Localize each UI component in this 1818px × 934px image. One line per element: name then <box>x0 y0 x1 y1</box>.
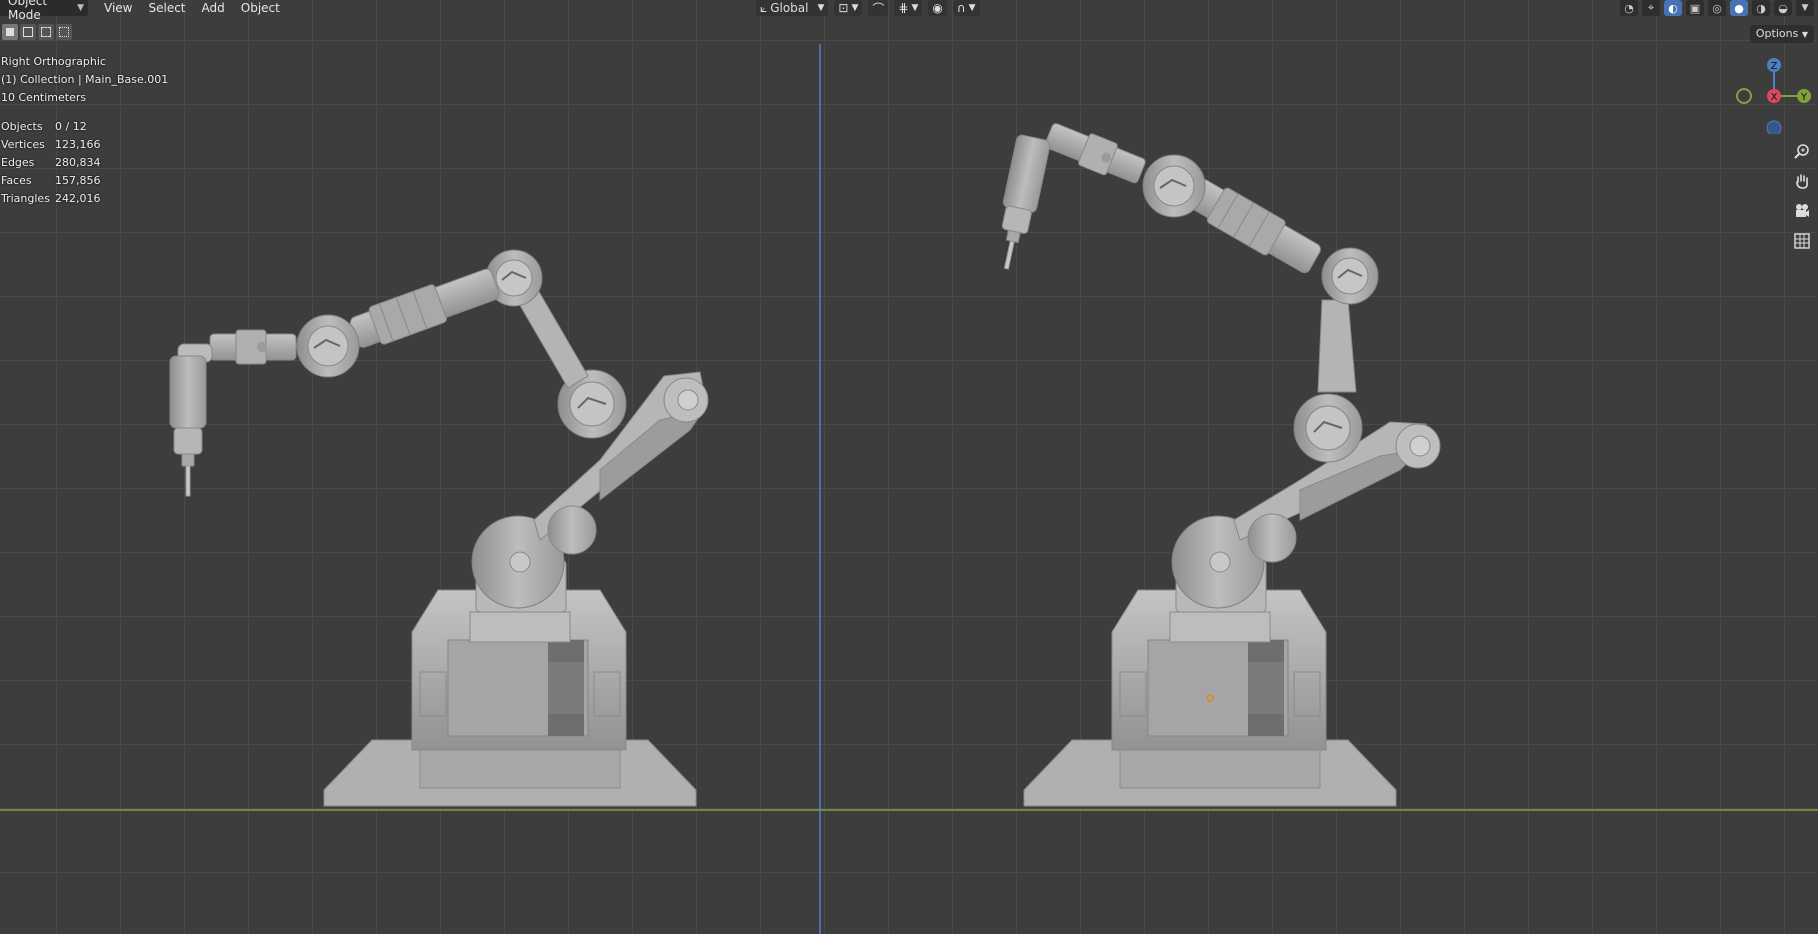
select-invert-icon <box>59 27 69 37</box>
stat-row: Edges 280,834 <box>1 154 101 172</box>
navigation-buttons <box>1790 140 1814 252</box>
chevron-down-icon: ▼ <box>851 3 859 13</box>
mode-dropdown[interactable]: Object Mode ▼ <box>0 0 88 22</box>
shading-material[interactable]: ◑ <box>1752 0 1770 16</box>
select-subtract-button[interactable] <box>38 24 54 40</box>
select-extend-icon <box>23 27 33 37</box>
stat-value: 242,016 <box>55 192 101 205</box>
navigation-gizmo[interactable]: Z Y X <box>1736 58 1816 134</box>
stat-label: Objects <box>1 120 43 133</box>
stat-label: Faces <box>1 174 32 187</box>
visibility-dropdown[interactable]: ◔ <box>1620 0 1638 16</box>
stat-value: 123,166 <box>55 138 101 151</box>
orientation-dropdown[interactable]: ⟀ Global ▼ <box>756 0 829 16</box>
eye-icon: ◔ <box>1624 1 1634 15</box>
chevron-down-icon: ▼ <box>911 3 919 13</box>
xray-icon: ▣ <box>1689 1 1701 15</box>
shading-options-dropdown[interactable]: ▼ <box>1796 0 1814 16</box>
select-subtract-icon <box>41 27 51 37</box>
chevron-down-icon: ▼ <box>1801 30 1808 39</box>
collection-label: (1) Collection | Main_Base.001 <box>1 73 169 86</box>
stat-row: Triangles 242,016 <box>1 190 101 208</box>
robot-arm-right[interactable] <box>990 119 1441 807</box>
rendered-sphere-icon: ◒ <box>1778 1 1788 15</box>
stat-row: Vertices 123,166 <box>1 136 101 154</box>
proportional-edit-icon: ◉ <box>932 1 943 15</box>
menu-object[interactable]: Object <box>233 0 288 16</box>
shading-wireframe[interactable]: ◎ <box>1708 0 1726 16</box>
grid-icon <box>1794 233 1810 249</box>
gizmo-neg-z <box>1766 120 1782 134</box>
magnet-icon: ⌒ <box>872 1 885 16</box>
proportional-edit-toggle[interactable]: ◉ <box>928 0 947 16</box>
transform-orientation-icon: ⟀ <box>760 0 768 15</box>
select-new-icon <box>6 28 14 36</box>
pan-button[interactable] <box>1790 170 1814 192</box>
camera-icon <box>1796 204 1809 217</box>
stat-row: Objects 0 / 12 <box>1 118 101 136</box>
hand-icon <box>1796 174 1808 189</box>
stat-value: 157,856 <box>55 174 101 187</box>
transform-tools: ⟀ Global ▼ ⊡ ▼ ⌒ ⋕ ▼ ◉ ∩ ▼ <box>756 0 980 16</box>
projection-toggle-button[interactable] <box>1790 230 1814 252</box>
scene-statistics: Objects 0 / 12 Vertices 123,166 Edges 28… <box>1 118 101 208</box>
display-tools: ◔ ⌖ ◐ ▣ ◎ ● ◑ ◒ ▼ <box>1620 0 1814 16</box>
viewport-info: Right Orthographic (1) Collection | Main… <box>1 53 168 107</box>
mode-label: Object Mode <box>8 0 48 22</box>
xray-toggle[interactable]: ▣ <box>1686 0 1704 16</box>
grid-scale-label: 10 Centimeters <box>1 91 87 104</box>
stat-value: 0 / 12 <box>55 120 87 133</box>
stat-label: Edges <box>1 156 35 169</box>
chevron-down-icon: ▼ <box>968 3 976 13</box>
snap-target-dropdown[interactable]: ⋕ ▼ <box>894 0 923 16</box>
gizmo-icon: ⌖ <box>1647 1 1655 14</box>
snap-increment-icon: ⋕ <box>898 1 909 15</box>
stat-row: Faces 157,856 <box>1 172 101 190</box>
gizmo-neg-y <box>1736 88 1752 104</box>
gizmo-x-label: X <box>1771 92 1778 103</box>
shading-rendered[interactable]: ◒ <box>1774 0 1792 16</box>
chevron-down-icon: ▼ <box>77 3 84 13</box>
stat-label: Vertices <box>1 138 45 151</box>
zoom-icon <box>1794 144 1809 159</box>
shading-solid[interactable]: ● <box>1730 0 1748 16</box>
3d-viewport[interactable] <box>0 0 1818 934</box>
orientation-label: Global <box>770 1 809 15</box>
scene-canvas <box>0 44 1818 934</box>
wireframe-sphere-icon: ◎ <box>1712 1 1722 15</box>
select-extend-button[interactable] <box>20 24 36 40</box>
view-name: Right Orthographic <box>1 55 106 68</box>
header-menus: View Select Add Object <box>96 0 288 16</box>
select-new-button[interactable] <box>2 24 18 40</box>
select-invert-button[interactable] <box>56 24 72 40</box>
stat-value: 280,834 <box>55 156 101 169</box>
chevron-down-icon: ▼ <box>1801 3 1809 13</box>
pivot-icon: ⊡ <box>838 1 849 15</box>
selection-mode-buttons <box>2 24 72 40</box>
menu-add[interactable]: Add <box>194 0 233 16</box>
falloff-dropdown[interactable]: ∩ ▼ <box>952 0 980 16</box>
robot-arm-left[interactable] <box>169 249 709 807</box>
options-button[interactable]: Options ▼ <box>1749 25 1814 43</box>
camera-view-button[interactable] <box>1790 200 1814 222</box>
snap-toggle[interactable]: ⌒ <box>868 0 889 16</box>
stat-label: Triangles <box>1 192 50 205</box>
gizmo-toggle[interactable]: ⌖ <box>1642 0 1660 16</box>
zoom-button[interactable] <box>1790 140 1814 162</box>
menu-select[interactable]: Select <box>140 0 193 16</box>
menu-view[interactable]: View <box>96 0 140 16</box>
chevron-down-icon: ▼ <box>817 3 825 13</box>
material-sphere-icon: ◑ <box>1756 1 1766 15</box>
overlay-icon: ◐ <box>1668 1 1678 15</box>
gizmo-z-label: Z <box>1771 61 1778 72</box>
options-label: Options <box>1755 27 1799 40</box>
falloff-curve-icon: ∩ <box>956 1 966 15</box>
solid-sphere-icon: ● <box>1734 1 1744 15</box>
viewport-header: Object Mode ▼ View Select Add Object ⟀ G… <box>0 0 1818 22</box>
overlay-toggle[interactable]: ◐ <box>1664 0 1682 16</box>
pivot-dropdown[interactable]: ⊡ ▼ <box>834 0 863 16</box>
gizmo-y-label: Y <box>1800 92 1808 103</box>
